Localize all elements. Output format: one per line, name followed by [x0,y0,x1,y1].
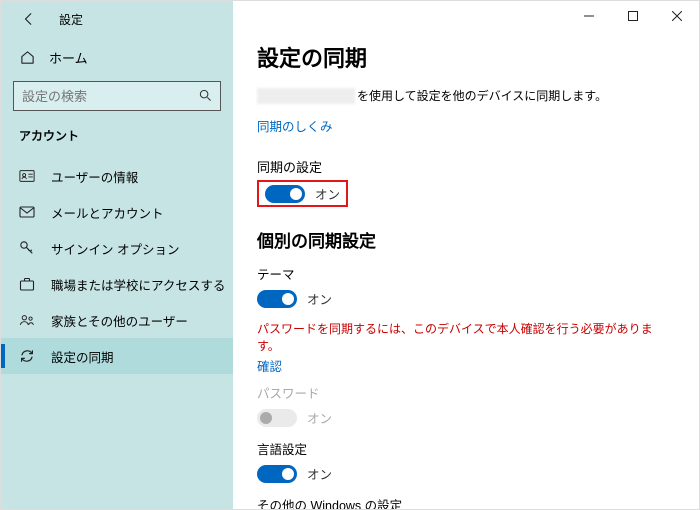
redacted-account [257,88,355,104]
setting-other-label: その他の Windows の設定 [257,495,675,509]
highlight-box: オン [257,180,348,207]
sidebar-item-label: メールとアカウント [51,203,164,222]
individual-sync-title: 個別の同期設定 [257,227,675,252]
description-row: を使用して設定を他のデバイスに同期します。 [257,87,675,104]
sidebar-item-label: サインイン オプション [51,239,179,258]
sidebar-nav: ユーザーの情報 メールとアカウント サインイン オプション 職場または学校にアク… [1,158,233,374]
language-toggle-label: オン [307,464,332,483]
setting-language-label: 言語設定 [257,439,675,458]
password-toggle [257,409,297,427]
titlebar-title: 設定 [59,11,83,28]
sidebar-item-label: ユーザーの情報 [51,167,138,186]
setting-password-label: パスワード [257,383,675,402]
language-toggle[interactable] [257,465,297,483]
search-icon [198,88,212,105]
sidebar-item-family-users[interactable]: 家族とその他のユーザー [1,302,233,338]
sidebar-item-user-info[interactable]: ユーザーの情報 [1,158,233,194]
home-row[interactable]: ホーム [1,39,233,75]
search-wrap [1,75,233,121]
key-icon [19,240,35,256]
password-toggle-label: オン [307,408,332,427]
sidebar-item-label: 職場または学校にアクセスする [51,275,225,294]
how-sync-works-link[interactable]: 同期のしくみ [257,116,333,135]
briefcase-icon [19,277,35,291]
minimize-button[interactable] [567,1,611,31]
theme-toggle[interactable] [257,290,297,308]
sidebar-item-label: 設定の同期 [51,347,114,366]
close-button[interactable] [655,1,699,31]
sidebar-section-label: アカウント [1,121,233,154]
sync-master-toggle[interactable] [265,185,305,203]
sync-settings-heading: 同期の設定 [257,157,675,176]
main-pane: 設定の同期 を使用して設定を他のデバイスに同期します。 同期のしくみ 同期の設定… [233,1,699,509]
setting-password: パスワード オン [257,383,675,427]
maximize-button[interactable] [611,1,655,31]
password-warning: パスワードを同期するには、このデバイスで本人確認を行う必要があります。 [257,320,675,354]
setting-other-windows: その他の Windows の設定 オン [257,495,675,509]
sidebar: 設定 ホーム アカウント ユーザーの情報 [1,1,233,509]
theme-toggle-label: オン [307,289,332,308]
sidebar-item-label: 家族とその他のユーザー [51,311,188,330]
sidebar-item-work-school[interactable]: 職場または学校にアクセスする [1,266,233,302]
setting-language: 言語設定 オン [257,439,675,483]
setting-theme-label: テーマ [257,264,675,283]
sidebar-item-sync-settings[interactable]: 設定の同期 [1,338,233,374]
sync-master-toggle-label: オン [315,184,340,203]
search-box[interactable] [13,81,221,111]
search-input[interactable] [22,89,198,104]
verify-link[interactable]: 確認 [257,356,282,375]
back-button[interactable] [11,1,47,37]
mail-icon [19,206,35,218]
description-text: を使用して設定を他のデバイスに同期します。 [357,87,607,104]
setting-theme: テーマ オン [257,264,675,308]
window-controls [567,1,699,31]
id-card-icon [19,169,35,183]
titlebar: 設定 [1,1,233,37]
sidebar-item-signin-options[interactable]: サインイン オプション [1,230,233,266]
people-icon [19,313,35,327]
home-label: ホーム [49,48,88,67]
home-icon [19,50,35,65]
sidebar-item-email-accounts[interactable]: メールとアカウント [1,194,233,230]
sync-icon [19,348,35,364]
